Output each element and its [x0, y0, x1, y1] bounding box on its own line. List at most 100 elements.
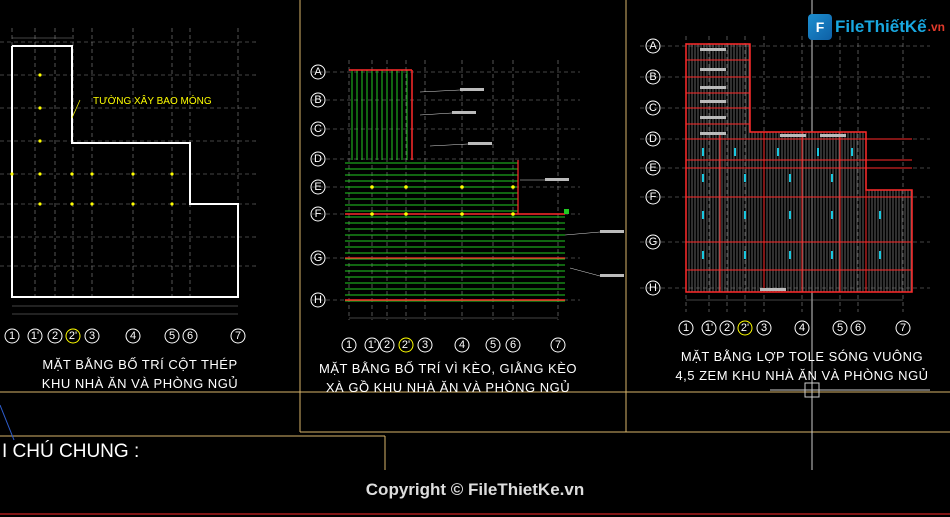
p2-col-bubble-5-label: 4 — [459, 339, 465, 351]
p1-axis-bubble-4: 3 — [84, 328, 100, 344]
roof-plan-caption: MẶT BẰNG LỢP TOLE SÓNG VUÔNG 4,5 ZEM KHU… — [672, 347, 932, 385]
p2-row-bubble-B-label: B — [314, 94, 321, 106]
p1-axis-bubble-8-label: 7 — [235, 330, 241, 342]
p2-row-bubble-G-label: G — [314, 252, 323, 264]
p2-col-bubble-0: 1 — [341, 337, 357, 353]
truss-plan-caption: MẶT BẰNG BỐ TRÍ VÌ KÈO, GIẰNG KÈO XÀ GỒ … — [318, 359, 578, 397]
logo-mark-icon: F — [808, 14, 832, 40]
p3-col-bubble-3: 2' — [737, 320, 753, 336]
p1-axis-bubble-0: 1 — [4, 328, 20, 344]
p2-col-bubble-4-label: 3 — [422, 339, 428, 351]
column-plan — [0, 28, 258, 315]
column-plan-caption: MẶT BẰNG BỐ TRÍ CỘT THÉP KHU NHÀ ĂN VÀ P… — [10, 355, 270, 393]
p3-sheet-note-8 — [760, 288, 786, 291]
p2-col-bubble-1-label: 1' — [368, 339, 376, 351]
p3-col-bubble-7-label: 6 — [855, 322, 861, 334]
p3-col-bubble-4-label: 3 — [761, 322, 767, 334]
blue-trace — [0, 404, 15, 441]
p1-steel-column-12 — [38, 106, 42, 110]
p2-col-bubble-3: 2' — [398, 337, 414, 353]
p3-row-bubble-F-label: F — [650, 191, 657, 203]
p3-row-bubble-B-label: B — [649, 71, 656, 83]
p1-axis-bubble-1-label: 1' — [31, 330, 39, 342]
p3-row-bubble-D-label: D — [649, 133, 657, 145]
p3-row-bubble-H-label: H — [649, 282, 657, 294]
p1-steel-column-2 — [70, 172, 74, 176]
p2-col-bubble-2-label: 2 — [384, 339, 390, 351]
p3-row-bubble-C-label: C — [649, 102, 657, 114]
p2-leader-5 — [569, 267, 601, 277]
p3-row-bubble-E-label: E — [649, 162, 656, 174]
p3-col-bubble-3-label: 2' — [741, 322, 749, 334]
p2-node-0 — [370, 185, 374, 189]
p2-col-bubble-8: 7 — [550, 337, 566, 353]
p1-axis-bubble-3-label: 2' — [69, 330, 77, 342]
p2-col-bubble-7-label: 6 — [510, 339, 516, 351]
p3-col-bubble-6-label: 5 — [837, 322, 843, 334]
p3-col-bubble-5-label: 4 — [799, 322, 805, 334]
p2-col-bubble-2: 2 — [379, 337, 395, 353]
p2-leader-0 — [419, 89, 461, 93]
p1-steel-column-7 — [70, 202, 74, 206]
copyright-text: Copyright © FileThietKe.vn — [365, 480, 585, 499]
p2-node-1 — [404, 185, 408, 189]
p2-col-bubble-8-label: 7 — [555, 339, 561, 351]
p1-axis-bubble-0-label: 1 — [9, 330, 15, 342]
p3-col-bubble-4: 3 — [756, 320, 772, 336]
p2-node-2 — [460, 185, 464, 189]
p1-steel-column-4 — [131, 172, 135, 176]
p2-leader-note-4 — [600, 230, 624, 233]
p1-steel-column-11 — [38, 73, 42, 77]
p2-col-bubble-6-label: 5 — [490, 339, 496, 351]
p3-sheet-note-6 — [780, 134, 806, 137]
p3-sheet-note-3 — [700, 100, 726, 103]
p3-col-bubble-1: 1' — [701, 320, 717, 336]
p3-sheet-note-1 — [700, 68, 726, 71]
p2-leader-note-2 — [468, 142, 492, 145]
p2-col-bubble-7: 6 — [505, 337, 521, 353]
p3-col-bubble-0-label: 1 — [683, 322, 689, 334]
p1-axis-bubble-5: 4 — [125, 328, 141, 344]
site-logo[interactable]: F FileThiếtKế .vn — [808, 12, 945, 42]
p1-axis-bubble-5-label: 4 — [130, 330, 136, 342]
p2-leader-1 — [419, 112, 453, 116]
p1-steel-column-0 — [10, 172, 14, 176]
p1-steel-column-9 — [131, 202, 135, 206]
p1-steel-column-10 — [170, 202, 174, 206]
p2-marker-square — [564, 209, 569, 214]
p3-sheet-note-2 — [700, 86, 726, 89]
p2-col-bubble-6: 5 — [485, 337, 501, 353]
p1-steel-column-1 — [38, 172, 42, 176]
logo-suffix: .vn — [927, 20, 945, 34]
p1-axis-bubble-2-label: 2 — [52, 330, 58, 342]
p2-col-bubble-1: 1' — [364, 337, 380, 353]
p3-col-bubble-8: 7 — [895, 320, 911, 336]
p2-col-bubble-0-label: 1 — [346, 339, 352, 351]
sheet-frame — [0, 0, 950, 515]
roof-plan-caption-line1: MẶT BẰNG LỢP TOLE SÓNG VUÔNG — [680, 349, 924, 364]
p1-wall-outline — [11, 45, 239, 298]
p3-col-bubble-2: 2 — [719, 320, 735, 336]
p2-col-bubble-5: 4 — [454, 337, 470, 353]
p3-col-bubble-6: 5 — [832, 320, 848, 336]
p2-row-bubble-C-label: C — [314, 123, 322, 135]
truss-plan-caption-line1: MẶT BẰNG BỐ TRÍ VÌ KÈO, GIẰNG KÈO — [318, 361, 577, 376]
p2-col-bubble-3-label: 2' — [402, 339, 410, 351]
p3-row-bubble-A-label: A — [649, 40, 657, 52]
p3-col-bubble-7: 6 — [850, 320, 866, 336]
general-notes-title: I CHÚ CHUNG : — [2, 441, 140, 462]
p1-axis-bubble-7-label: 6 — [187, 330, 193, 342]
p2-node-7 — [511, 212, 515, 216]
p2-node-3 — [511, 185, 515, 189]
p1-steel-column-13 — [38, 139, 42, 143]
p1-axis-bubble-6-label: 5 — [169, 330, 175, 342]
p2-row-bubble-F-label: F — [315, 208, 322, 220]
truss-plan — [312, 60, 624, 320]
p1-steel-column-3 — [90, 172, 94, 176]
p1-axis-bubble-1: 1' — [27, 328, 43, 344]
p3-col-bubble-0: 1 — [678, 320, 694, 336]
p1-axis-bubble-6: 5 — [164, 328, 180, 344]
p2-leader-note-1 — [452, 111, 476, 114]
truss-plan-caption-line2: XÀ GỒ KHU NHÀ ĂN VÀ PHÒNG NGỦ — [325, 380, 571, 395]
p2-col-bubble-4: 3 — [417, 337, 433, 353]
